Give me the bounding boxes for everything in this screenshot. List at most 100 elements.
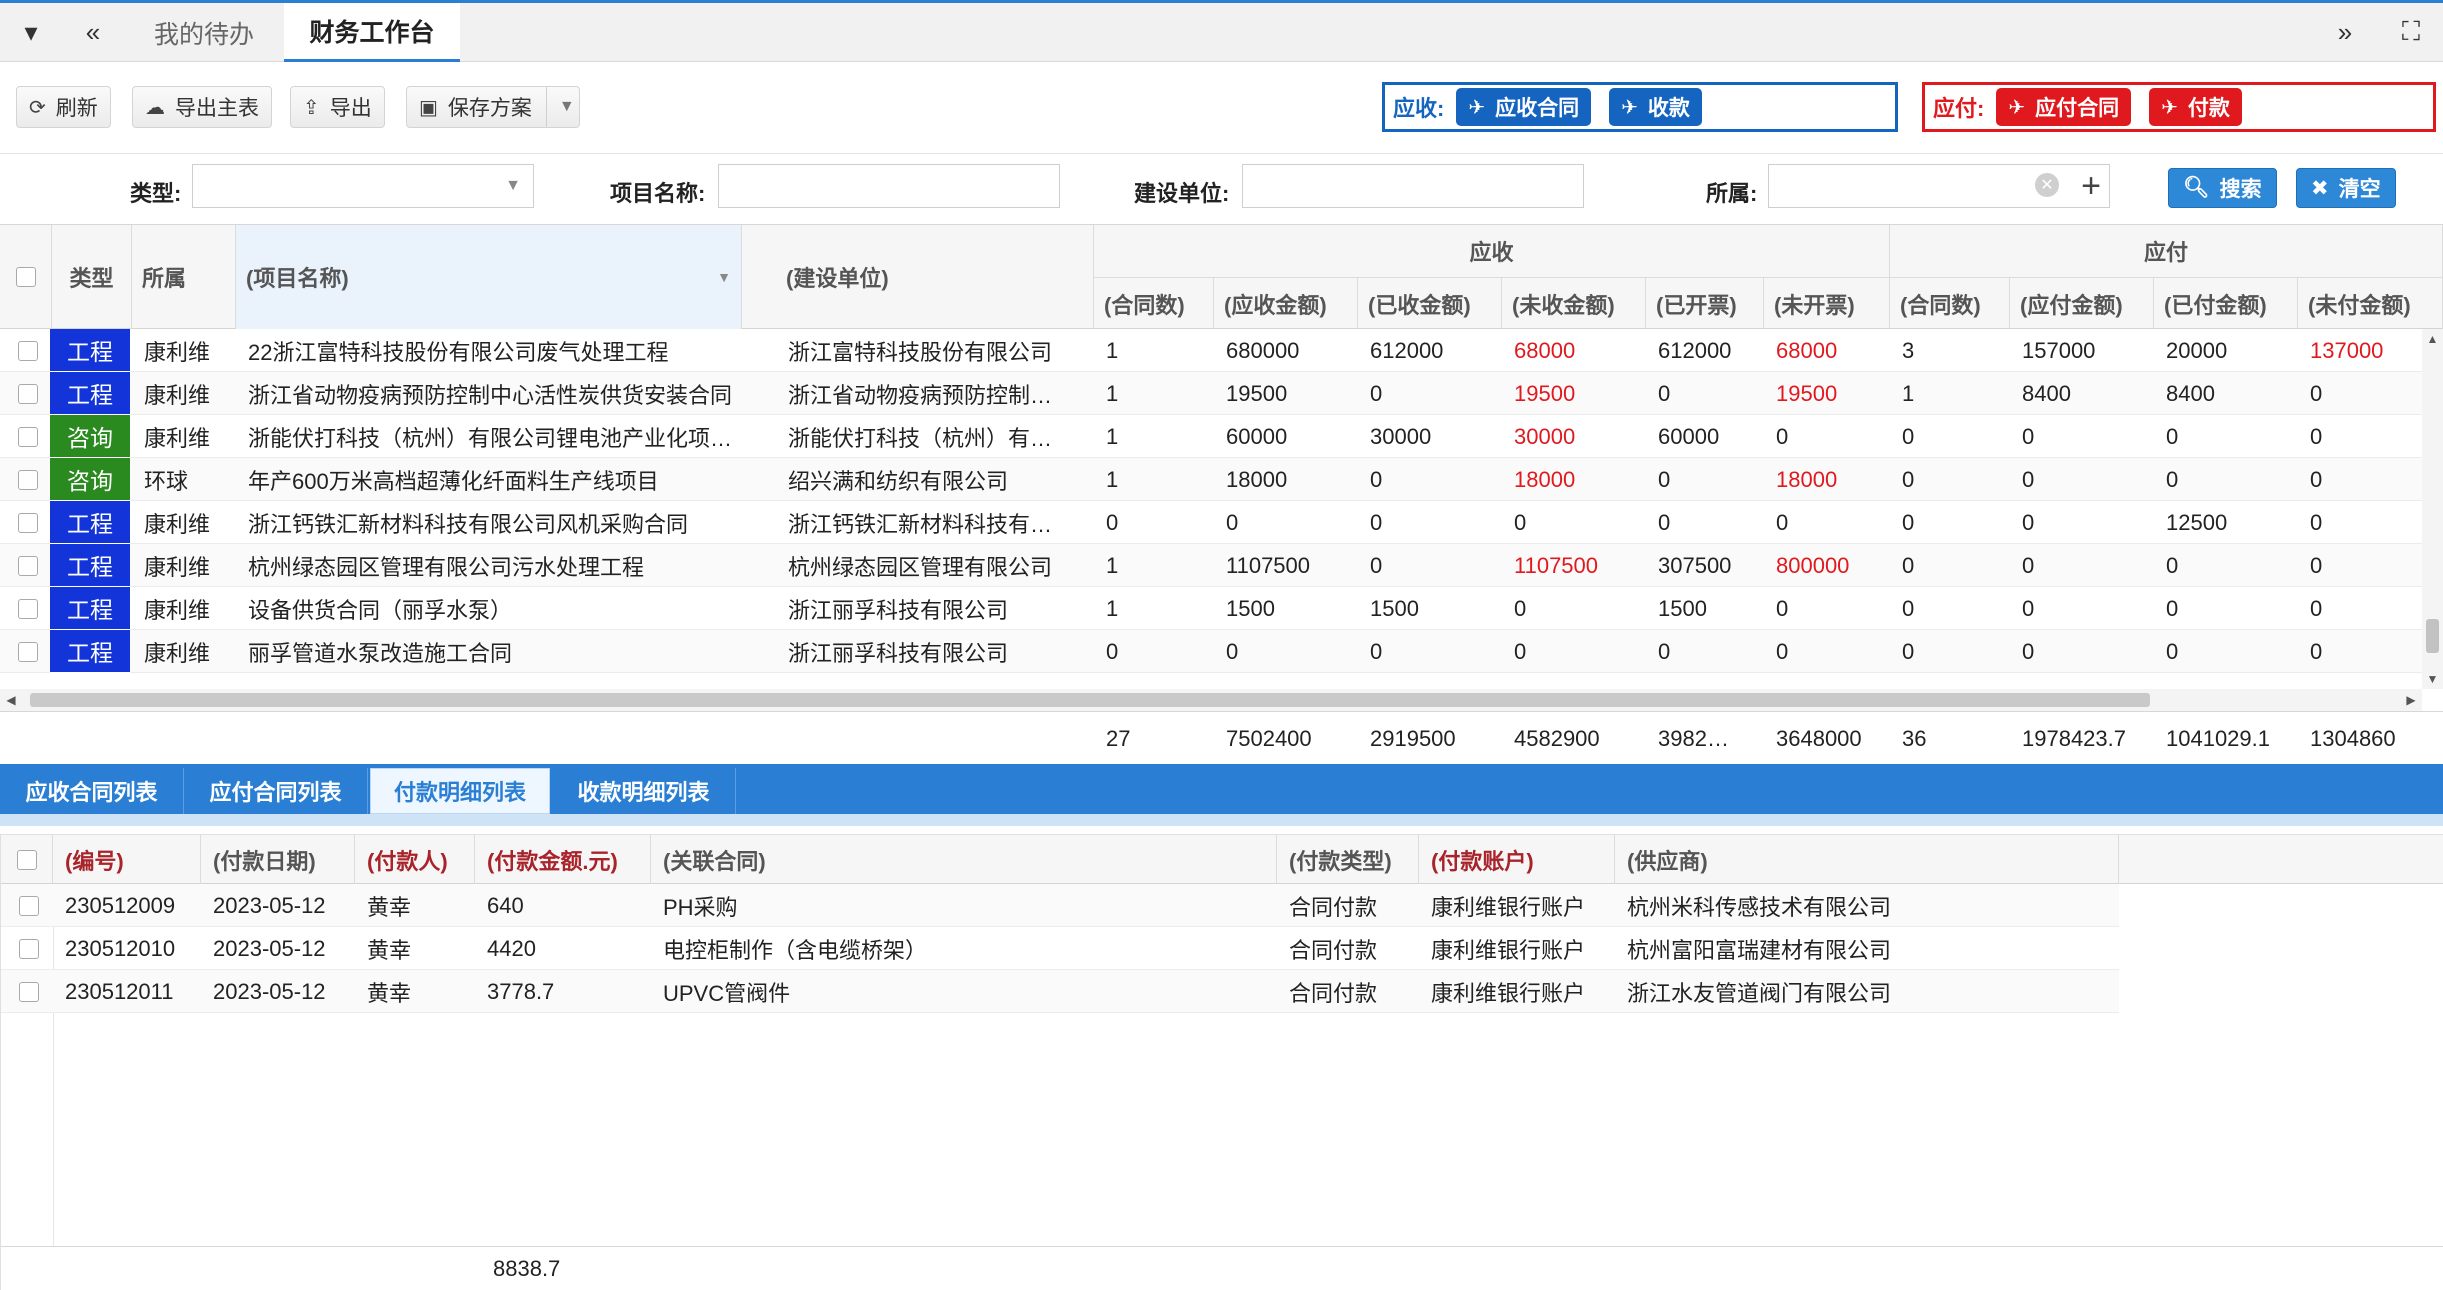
row-checkbox[interactable] <box>18 427 38 447</box>
cell-p-amount: 0 <box>2022 466 2035 492</box>
tab-payment-details[interactable]: 付款明细列表 <box>370 768 550 814</box>
col-builder[interactable]: (建设单位) <box>776 225 1094 329</box>
col-p-count[interactable]: (合同数) <box>1890 277 2010 329</box>
chevron-down-icon[interactable]: ▼ <box>545 87 579 127</box>
cell-r-uninvoiced: 0 <box>1776 595 1789 621</box>
table-row[interactable]: 230512011 2023-05-12 黄幸 3778.7 UPVC管阀件 合同付款 康利… <box>1 970 2119 1013</box>
type-badge: 咨询 <box>50 458 130 501</box>
col-p-unpaid[interactable]: (未付金额) <box>2298 277 2443 329</box>
col-pay-account[interactable]: (付款账户) <box>1419 835 1615 885</box>
cell-r-received: 0 <box>1370 552 1383 578</box>
row-checkbox[interactable] <box>18 599 38 619</box>
scroll-up-icon[interactable]: ▲ <box>2422 329 2443 349</box>
payable-group-header: 应付 <box>1890 225 2443 277</box>
refresh-button[interactable]: ⟳ 刷新 <box>16 86 111 128</box>
col-r-received[interactable]: (已收金额) <box>1358 277 1502 329</box>
cell-p-unpaid: 0 <box>2310 423 2323 449</box>
clear-button[interactable]: ✖ 清空 <box>2296 168 2396 208</box>
col-no[interactable]: (编号) <box>53 835 201 885</box>
pay-button[interactable]: ✈ 付款 <box>2149 88 2242 126</box>
col-amount[interactable]: (付款金额.元) <box>475 835 651 885</box>
row-checkbox[interactable] <box>19 939 39 959</box>
horizontal-scrollbar[interactable]: ◀ ▶ <box>0 689 2422 711</box>
col-r-count[interactable]: (合同数) <box>1094 277 1214 329</box>
cell-project: 浙江钙铁汇新材料科技有限公司风机采购合同 <box>248 511 689 537</box>
clear-icon[interactable]: ✕ <box>2035 173 2059 197</box>
table-row[interactable]: 工程 康利维 浙江钙铁汇新材料科技有限公司风机采购合同 浙江钙铁汇新材料科技有… 0 0 0… <box>0 501 2422 544</box>
belong-label: 所属: <box>1706 181 1758 206</box>
receivable-contract-button[interactable]: ✈ 应收合同 <box>1456 88 1592 126</box>
row-checkbox[interactable] <box>18 513 38 533</box>
select-all-checkbox[interactable] <box>15 267 36 287</box>
table-row[interactable]: 工程 康利维 丽孚管道水泵改造施工合同 浙江丽孚科技有限公司 0 0 0 0 0 0 0 0 0 0 <box>0 630 2422 673</box>
col-r-unreceived[interactable]: (未收金额) <box>1502 277 1646 329</box>
cell-account: 康利维银行账户 <box>1431 980 1586 1006</box>
scroll-left-icon[interactable]: ◀ <box>0 689 22 711</box>
row-checkbox[interactable] <box>18 384 38 404</box>
paper-plane-icon: ✈ <box>2008 96 2026 119</box>
row-checkbox[interactable] <box>19 982 39 1002</box>
export-main-button[interactable]: ☁ 导出主表 <box>132 86 272 128</box>
cell-r-unreceived: 0 <box>1514 638 1527 664</box>
col-contract[interactable]: (关联合同) <box>651 835 1277 885</box>
scroll-right-icon[interactable]: ▶ <box>2400 689 2422 711</box>
scroll-tabs-right-icon[interactable]: » <box>2314 3 2376 61</box>
builder-input[interactable] <box>1242 164 1584 208</box>
col-pay-date[interactable]: (付款日期) <box>201 835 355 885</box>
col-pay-type[interactable]: (付款类型) <box>1277 835 1419 885</box>
table-row[interactable]: 工程 康利维 设备供货合同（丽孚水泵） 浙江丽孚科技有限公司 1 1500 1500 0 150… <box>0 587 2422 630</box>
col-r-invoiced[interactable]: (已开票) <box>1646 277 1764 329</box>
column-menu-icon[interactable]: ▼ <box>717 269 731 285</box>
col-r-amount[interactable]: (应收金额) <box>1214 277 1358 329</box>
fullscreen-icon[interactable]: ⛶ <box>2380 3 2442 61</box>
scroll-tabs-left-icon[interactable]: « <box>62 3 124 61</box>
cell-project: 浙江省动物疫病预防控制中心活性炭供货安装合同 <box>248 382 733 408</box>
menu-dropdown-icon[interactable]: ▾ <box>0 3 62 61</box>
col-belong[interactable]: 所属 <box>132 225 236 329</box>
col-p-amount[interactable]: (应付金额) <box>2010 277 2154 329</box>
row-checkbox[interactable] <box>18 556 38 576</box>
table-row[interactable]: 230512010 2023-05-12 黄幸 4420 电控柜制作（含电缆桥架） 合同付… <box>1 927 2119 970</box>
cell-supplier: 浙江水友管道阀门有限公司 <box>1627 980 1892 1006</box>
export-button[interactable]: ⇪ 导出 <box>290 86 385 128</box>
col-payer[interactable]: (付款人) <box>355 835 475 885</box>
scroll-thumb[interactable] <box>2426 619 2439 653</box>
col-supplier[interactable]: (供应商) <box>1615 835 2119 885</box>
col-r-uninvoiced[interactable]: (未开票) <box>1764 277 1890 329</box>
table-row[interactable]: 咨询 环球 年产600万米高档超薄化纤面料生产线项目 绍兴满和纺织有限公司 1 18000… <box>0 458 2422 501</box>
scroll-thumb[interactable] <box>30 693 2150 707</box>
table-row[interactable]: 工程 康利维 22浙江富特科技股份有限公司废气处理工程 浙江富特科技股份有限公司 1 68… <box>0 329 2422 372</box>
tab-my-todo[interactable]: 我的待办 <box>124 3 284 62</box>
table-row[interactable]: 230512009 2023-05-12 黄幸 640 PH采购 合同付款 康利维银行账户 杭… <box>1 884 2119 927</box>
scroll-down-icon[interactable]: ▼ <box>2422 669 2443 689</box>
table-row[interactable]: 工程 康利维 杭州绿态园区管理有限公司污水处理工程 杭州绿态园区管理有限公司 1 1107… <box>0 544 2422 587</box>
col-p-paid[interactable]: (已付金额) <box>2154 277 2298 329</box>
plus-icon[interactable]: + <box>2081 165 2101 207</box>
col-type[interactable]: 类型 <box>52 225 132 329</box>
payable-contract-button[interactable]: ✈ 应付合同 <box>1996 88 2132 126</box>
save-plan-button[interactable]: ▣ 保存方案 ▼ <box>406 86 581 128</box>
row-checkbox[interactable] <box>18 470 38 490</box>
type-badge: 工程 <box>50 501 130 544</box>
table-row[interactable]: 咨询 康利维 浙能伏打科技（杭州）有限公司锂电池产业化项… 浙能伏打科技（杭州）有… 1… <box>0 415 2422 458</box>
vertical-scrollbar[interactable]: ▲ ▼ <box>2422 329 2443 689</box>
collect-button[interactable]: ✈ 收款 <box>1609 88 1702 126</box>
row-checkbox[interactable] <box>18 341 38 361</box>
tab-finance-workbench[interactable]: 财务工作台 <box>284 3 460 62</box>
project-name-input[interactable] <box>718 164 1060 208</box>
type-select[interactable]: ▼ <box>192 164 534 208</box>
col-project-name[interactable]: (项目名称) ▼ <box>236 225 742 329</box>
row-checkbox[interactable] <box>19 896 39 916</box>
tab-receivable-contracts[interactable]: 应收合同列表 <box>0 768 184 814</box>
select-all-checkbox[interactable] <box>17 850 37 870</box>
row-checkbox[interactable] <box>18 642 38 662</box>
cell-belong: 康利维 <box>144 597 211 623</box>
table-row[interactable]: 工程 康利维 浙江省动物疫病预防控制中心活性炭供货安装合同 浙江省动物疫病预防控制… 1… <box>0 372 2422 415</box>
search-button[interactable]: 🔍︎ 搜索 <box>2168 168 2277 208</box>
tab-payable-contracts[interactable]: 应付合同列表 <box>184 768 368 814</box>
cell-p-count: 0 <box>1902 552 1915 578</box>
cell-supplier: 杭州米科传感技术有限公司 <box>1627 894 1892 920</box>
belong-input[interactable]: ✕ + <box>1768 164 2110 208</box>
tab-collection-details[interactable]: 收款明细列表 <box>552 768 736 814</box>
cell-builder: 浙江丽孚科技有限公司 <box>788 640 1009 666</box>
